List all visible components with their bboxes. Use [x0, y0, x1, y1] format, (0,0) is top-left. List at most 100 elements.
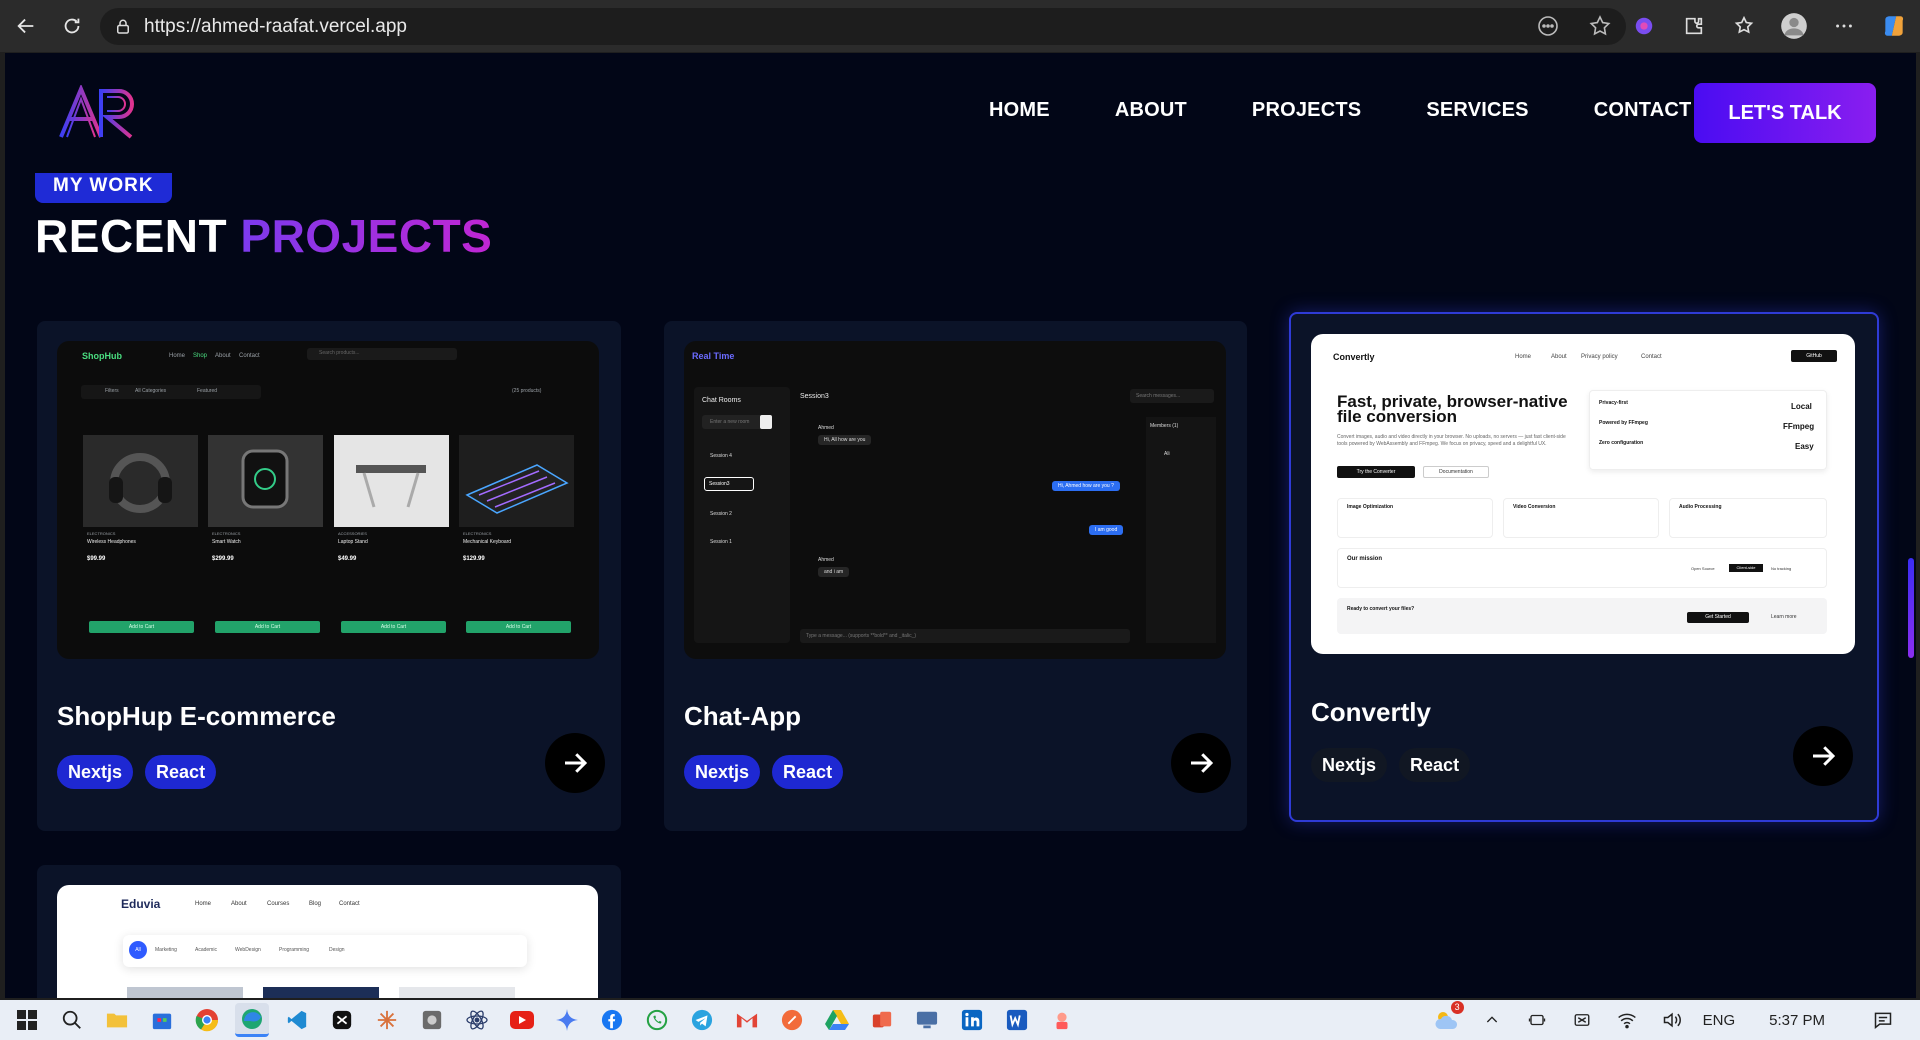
- gmail-icon[interactable]: [730, 1003, 764, 1037]
- claude-icon[interactable]: [370, 1003, 404, 1037]
- tag-nextjs: Nextjs: [57, 755, 134, 789]
- mock-members-panel: [1146, 417, 1216, 643]
- project-thumbnail[interactable]: Convertly Home About Privacy policy Cont…: [1311, 334, 1855, 654]
- edge-icon[interactable]: [235, 1003, 269, 1037]
- mock-msg-sender: Ahmed: [818, 557, 834, 563]
- google-drive-icon[interactable]: [820, 1003, 854, 1037]
- file-explorer-icon[interactable]: [100, 1003, 134, 1037]
- chevron-up-icon[interactable]: [1475, 1003, 1509, 1037]
- open-project-button[interactable]: [1171, 733, 1231, 793]
- copilot-icon[interactable]: [1876, 8, 1912, 44]
- tag-nextjs: Nextjs: [684, 755, 761, 789]
- search-icon[interactable]: [55, 1003, 89, 1037]
- back-icon[interactable]: [8, 8, 44, 44]
- mock-feature-value: Easy: [1795, 442, 1814, 451]
- favorite-star-icon[interactable]: [1588, 14, 1612, 38]
- project-card-chat-app[interactable]: Real Time Chat Rooms Enter a new room Se…: [664, 321, 1247, 831]
- profile-avatar-icon[interactable]: [1776, 8, 1812, 44]
- mock-chip-active: All: [129, 941, 147, 959]
- mock-product-name: Laptop Stand: [338, 539, 368, 545]
- project-card-shophub[interactable]: ShopHub Home Shop About Contact Search p…: [37, 321, 621, 831]
- scrollbar-thumb[interactable]: [1908, 558, 1914, 658]
- app-icon[interactable]: [415, 1003, 449, 1037]
- copilot-extension-icon[interactable]: [1626, 8, 1662, 44]
- device-icon[interactable]: [1520, 1003, 1554, 1037]
- vscode-icon[interactable]: [280, 1003, 314, 1037]
- lets-talk-button[interactable]: LET'S TALK: [1694, 83, 1876, 143]
- word-icon[interactable]: [1000, 1003, 1034, 1037]
- project-thumbnail[interactable]: ShopHub Home Shop About Contact Search p…: [57, 341, 599, 659]
- open-project-button[interactable]: [1793, 726, 1853, 786]
- facebook-icon[interactable]: [595, 1003, 629, 1037]
- nav-about[interactable]: ABOUT: [1115, 99, 1187, 122]
- mock-rooms-title: Chat Rooms: [702, 397, 741, 404]
- page-scrollbar[interactable]: [1906, 53, 1916, 998]
- nav-projects[interactable]: PROJECTS: [1252, 99, 1361, 122]
- office-icon[interactable]: [865, 1003, 899, 1037]
- refresh-icon[interactable]: [54, 8, 90, 44]
- notifications-icon[interactable]: [1866, 1003, 1900, 1037]
- site-info-icon[interactable]: [114, 18, 132, 36]
- app-icon[interactable]: [1045, 1003, 1079, 1037]
- nav-home[interactable]: HOME: [989, 99, 1050, 122]
- gemini-icon[interactable]: [550, 1003, 584, 1037]
- volume-icon[interactable]: [1655, 1003, 1689, 1037]
- favorites-icon[interactable]: [1726, 8, 1762, 44]
- ar-logo-icon[interactable]: [57, 85, 139, 141]
- nav-services[interactable]: SERVICES: [1426, 99, 1528, 122]
- mock-feature-title: Powered by FFmpeg: [1599, 420, 1648, 426]
- more-menu-icon[interactable]: [1826, 8, 1862, 44]
- mock-add-to-cart: Add to Cart: [466, 621, 571, 633]
- nav-contact[interactable]: CONTACT: [1594, 99, 1692, 122]
- mock-link: Home: [169, 353, 186, 359]
- mock-product-category: ACCESSORIES: [338, 531, 367, 536]
- project-card-convertly[interactable]: Convertly Home About Privacy policy Cont…: [1289, 312, 1879, 822]
- tag-react: React: [772, 755, 844, 789]
- mock-brand: ShopHub: [82, 351, 122, 361]
- mock-chat-search-text: Search messages...: [1136, 393, 1181, 399]
- mock-product-price: $99.99: [87, 556, 106, 562]
- weather-badge: 3: [1450, 1001, 1464, 1014]
- youtube-icon[interactable]: [505, 1003, 539, 1037]
- mock-card-title: Video Conversion: [1513, 504, 1556, 510]
- remote-desktop-icon[interactable]: [910, 1003, 944, 1037]
- tech-tags: Nextjs React: [1311, 748, 1471, 782]
- whatsapp-icon[interactable]: [640, 1003, 674, 1037]
- windows-start-icon[interactable]: [10, 1003, 44, 1037]
- project-thumbnail[interactable]: Eduvia Home About Courses Blog Contact A…: [57, 885, 598, 998]
- mock-room: Session 1: [710, 539, 732, 545]
- tag-nextjs: Nextjs: [1311, 748, 1388, 782]
- clock[interactable]: 5:37 PM: [1769, 1012, 1825, 1029]
- mock-link: Contact: [339, 901, 360, 907]
- project-thumbnail[interactable]: Real Time Chat Rooms Enter a new room Se…: [684, 341, 1226, 659]
- address-bar[interactable]: https://ahmed-raafat.vercel.app: [100, 8, 1626, 45]
- mock-msg-bubble-out: Hi, Ahmed how are you ?: [1052, 481, 1120, 491]
- mock-product-tile: [208, 435, 323, 527]
- ime-icon[interactable]: [1565, 1003, 1599, 1037]
- mock-composer-text: Type a message... (supports **bold** and…: [806, 633, 917, 639]
- project-card-eduvia[interactable]: Eduvia Home About Courses Blog Contact A…: [37, 865, 621, 998]
- tech-tags: Nextjs React: [684, 755, 844, 789]
- react-devtools-icon[interactable]: [460, 1003, 494, 1037]
- mock-course-card: [263, 987, 379, 998]
- mock-chip-bar: [123, 935, 527, 967]
- mock-link: About: [231, 901, 247, 907]
- mock-chip: WebDesign: [235, 947, 261, 953]
- open-project-button[interactable]: [545, 733, 605, 793]
- mock-product-price: $299.99: [212, 556, 234, 562]
- section-title: RECENT PROJECTS: [35, 209, 492, 263]
- wifi-icon[interactable]: [1610, 1003, 1644, 1037]
- mock-chip: Academic: [195, 947, 217, 953]
- linkedin-icon[interactable]: [955, 1003, 989, 1037]
- chrome-icon[interactable]: [190, 1003, 224, 1037]
- url-text[interactable]: https://ahmed-raafat.vercel.app: [144, 16, 407, 38]
- weather-icon[interactable]: 3: [1430, 1001, 1464, 1037]
- postman-icon[interactable]: [775, 1003, 809, 1037]
- language-indicator[interactable]: ENG: [1703, 1012, 1736, 1029]
- capcut-icon[interactable]: [325, 1003, 359, 1037]
- read-aloud-icon[interactable]: [1536, 14, 1560, 38]
- mock-product-price: $49.99: [338, 556, 357, 562]
- store-icon[interactable]: [145, 1003, 179, 1037]
- extensions-icon[interactable]: [1676, 8, 1712, 44]
- telegram-icon[interactable]: [685, 1003, 719, 1037]
